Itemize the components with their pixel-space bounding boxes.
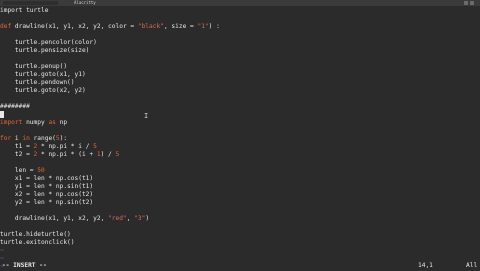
- code-line: turtle.goto(x2, y2): [0, 87, 86, 94]
- code-line: turtle.hideturtle(): [0, 231, 71, 238]
- code-line: drawline(x1, y1, x2, y2, "red", "3"): [0, 215, 150, 222]
- code-line: t1 = 2 * np.pi * i / 5: [0, 143, 97, 150]
- code-line: turtle.exitonclick(): [0, 239, 75, 246]
- code-line: import numpy as np: [0, 119, 68, 126]
- mouse-ibeam-cursor-icon: I: [144, 112, 149, 120]
- editor-buffer[interactable]: import turtle def drawline(x1, y1, x2, y…: [0, 7, 480, 270]
- title-bar: Alacritty: [0, 0, 480, 6]
- code-line: x1 = len * np.cos(t1): [0, 175, 94, 182]
- code-line: turtle.penup(): [0, 63, 68, 70]
- code-line: import turtle: [0, 7, 49, 14]
- cursor-position: 14,1: [418, 262, 433, 269]
- code-line: turtle.pencolor(color): [0, 39, 97, 46]
- def-body: drawline(x1, y1, x2, y2, color = "black"…: [11, 23, 220, 30]
- close-button[interactable]: [470, 1, 474, 5]
- scroll-position: All: [466, 262, 478, 269]
- code-line: for i in range(5):: [0, 135, 68, 142]
- code-line: def drawline(x1, y1, x2, y2, color = "bl…: [0, 23, 220, 30]
- code-line: y2 = len * np.sin(t2): [0, 199, 94, 206]
- code-line: t2 = 2 * np.pi * (i + 1) / 5: [0, 151, 120, 158]
- text-cursor: [0, 111, 4, 118]
- mode-indicator: -- INSERT --: [2, 262, 47, 269]
- window-title: Alacritty: [74, 0, 96, 5]
- code-line: ########: [0, 103, 30, 110]
- code-line: y1 = len * np.sin(t1): [0, 183, 94, 190]
- code-line: turtle.pensize(size): [0, 47, 90, 54]
- code-line: x2 = len * np.cos(t2): [0, 191, 94, 198]
- status-line: -- INSERT -- 14,1 All: [0, 262, 480, 270]
- code-line: turtle.pendown(): [0, 79, 75, 86]
- empty-line-marker: ~: [0, 247, 4, 254]
- code-line: [0, 111, 480, 119]
- minimize-button[interactable]: [464, 1, 468, 5]
- title-bar-left-panel: [3, 1, 58, 5]
- code-line: len = 50: [0, 167, 45, 174]
- code-line: turtle.goto(x1, y1): [0, 71, 86, 78]
